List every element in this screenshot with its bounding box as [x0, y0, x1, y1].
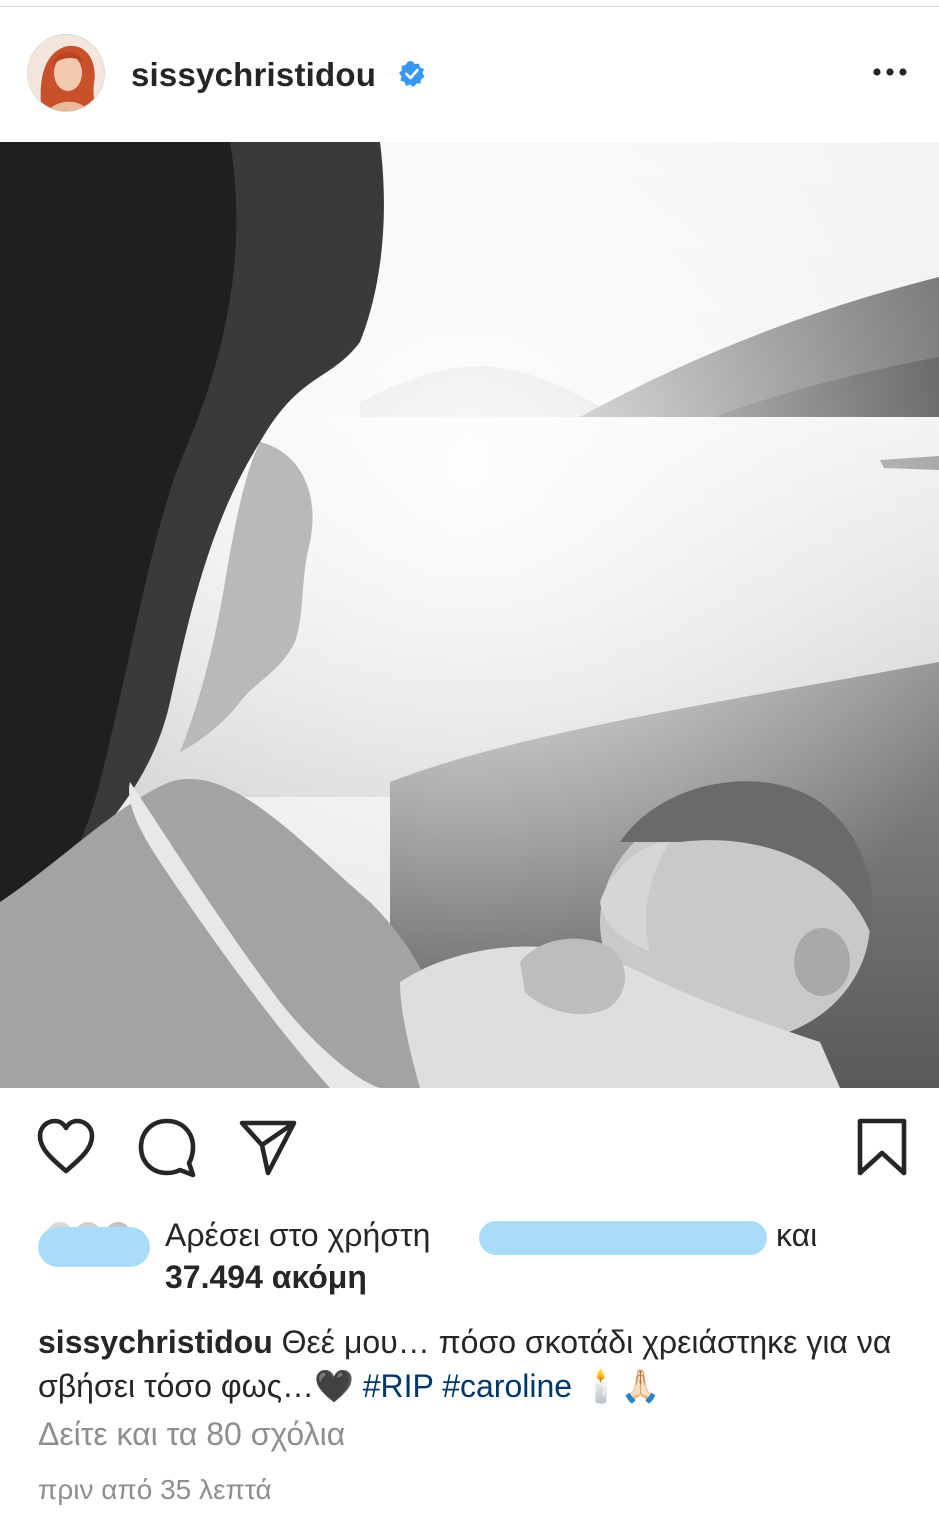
likes-suffix: και — [776, 1217, 818, 1253]
view-comments-link[interactable]: Δείτε και τα 80 σχόλια — [38, 1416, 345, 1453]
post-header: sissychristidou — [0, 18, 939, 138]
post-caption: sissychristidou Θεέ μου… πόσο σκοτάδι χρ… — [38, 1320, 918, 1408]
heart-icon[interactable] — [34, 1115, 98, 1179]
hashtag-rip[interactable]: #RIP — [363, 1368, 434, 1404]
send-icon[interactable] — [236, 1115, 300, 1179]
post-timestamp: πριν από 35 λεπτά — [38, 1474, 272, 1505]
action-bar — [0, 1115, 939, 1185]
caption-username[interactable]: sissychristidou — [38, 1324, 273, 1360]
avatar[interactable] — [27, 34, 105, 112]
caption-emojis: 🕯️🙏🏻 — [580, 1368, 661, 1404]
bookmark-icon[interactable] — [850, 1115, 914, 1179]
redacted-username[interactable] — [479, 1221, 767, 1255]
verified-badge-icon — [398, 60, 426, 88]
comment-icon[interactable] — [135, 1115, 199, 1179]
liker-avatars[interactable] — [38, 1219, 150, 1269]
more-options-icon[interactable] — [868, 54, 912, 90]
post-username[interactable]: sissychristidou — [131, 56, 376, 94]
likes-summary: Αρέσει στο χρήστη και 37.494 ακόμη — [0, 1213, 939, 1303]
post-photo[interactable] — [0, 142, 939, 1088]
likes-count[interactable]: 37.494 ακόμη — [165, 1259, 367, 1296]
hashtag-caroline[interactable]: #caroline — [442, 1368, 572, 1404]
likes-prefix: Αρέσει στο χρήστη — [165, 1217, 431, 1253]
top-divider — [0, 6, 939, 7]
